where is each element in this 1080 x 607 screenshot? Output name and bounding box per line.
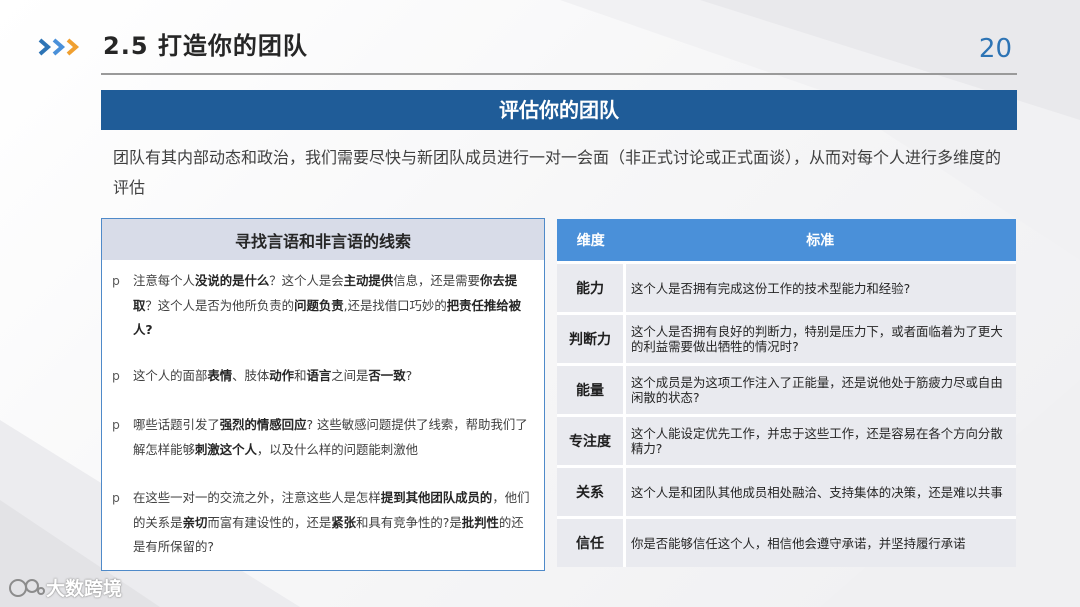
standard-cell: 你是否能够信任这个人，相信他会遵守承诺，并坚持履行承诺 <box>624 516 1016 567</box>
clue-item: p 这个人的面部表情、肢体动作和语言之间是否一致? <box>112 364 532 389</box>
dimension-cell: 信任 <box>557 516 626 567</box>
clues-panel: 寻找言语和非言语的线索 p 注意每个人没说的是什么？这个人是会主动提供信息，还是… <box>101 218 545 571</box>
clue-text: 哪些话题引发了强烈的情感回应? 这些敏感问题提供了线索，帮助我们了解怎样能够刺激… <box>133 417 528 457</box>
standard-cell: 这个人是否拥有良好的判断力，特别是压力下，或者面临着为了更大的利益需要做出牺牲的… <box>624 312 1016 365</box>
page-number: 20 <box>978 34 1012 64</box>
table-row: 能力 这个人是否拥有完成这份工作的技术型能力和经验? <box>557 261 1016 314</box>
clues-panel-heading: 寻找言语和非言语的线索 <box>102 219 544 260</box>
triple-chevron-right-icon <box>38 38 80 56</box>
brand-logo-text: 大数跨境 <box>46 578 123 600</box>
clue-text: 在这些一对一的交流之外，注意这些人是怎样提到其他团队成员的，他们的关系是亲切而富… <box>133 490 530 554</box>
brand-logo-icon <box>9 579 45 597</box>
dimension-cell: 能量 <box>557 363 626 416</box>
clue-item: p 注意每个人没说的是什么？这个人是会主动提供信息，还是需要你去提取？这个人是否… <box>112 269 532 343</box>
table-row: 专注度 这个人能设定优先工作，并忠于这些工作，还是容易在各个方向分散精力? <box>557 414 1016 467</box>
clue-item: p 哪些话题引发了强烈的情感回应? 这些敏感问题提供了线索，帮助我们了解怎样能够… <box>112 413 532 462</box>
clue-text: 注意每个人没说的是什么？这个人是会主动提供信息，还是需要你去提取？这个人是否为他… <box>133 273 522 337</box>
table-row: 判断力 这个人是否拥有良好的判断力，特别是压力下，或者面临着为了更大的利益需要做… <box>557 312 1016 365</box>
dimension-cell: 关系 <box>557 465 626 518</box>
bullet-marker: p <box>112 417 120 432</box>
dimension-cell: 判断力 <box>557 312 626 365</box>
standard-cell: 这个人能设定优先工作，并忠于这些工作，还是容易在各个方向分散精力? <box>624 414 1016 467</box>
header-divider <box>101 73 1017 75</box>
intro-text: 团队有其内部动态和政治，我们需要尽快与新团队成员进行一对一会面（非正式讨论或正式… <box>113 148 1002 197</box>
table-row: 信任 你是否能够信任这个人，相信他会遵守承诺，并坚持履行承诺 <box>557 516 1016 567</box>
criteria-table: 维度 标准 能力 这个人是否拥有完成这份工作的技术型能力和经验? 判断力 这个人… <box>557 219 1016 567</box>
slide: 2.5 打造你的团队 20 评估你的团队 团队有其内部动态和政治，我们需要尽快与… <box>0 0 1080 607</box>
dimension-cell: 能力 <box>557 261 626 314</box>
bullet-marker: p <box>112 273 120 288</box>
standard-cell: 这个人是和团队其他成员相处融洽、支持集体的决策，还是难以共事 <box>624 465 1016 518</box>
column-header-dimension: 维度 <box>557 219 625 263</box>
table-row: 能量 这个成员是为这项工作注入了正能量，还是说他处于筋疲力尽或自由闲散的状态? <box>557 363 1016 416</box>
column-header-standard: 标准 <box>624 219 1016 263</box>
table-row: 关系 这个人是和团队其他成员相处融洽、支持集体的决策，还是难以共事 <box>557 465 1016 518</box>
section-title: 评估你的团队 <box>101 90 1017 130</box>
bullet-marker: p <box>112 490 120 505</box>
clue-item: p 在这些一对一的交流之外，注意这些人是怎样提到其他团队成员的，他们的关系是亲切… <box>112 486 532 560</box>
standard-cell: 这个成员是为这项工作注入了正能量，还是说他处于筋疲力尽或自由闲散的状态? <box>624 363 1016 416</box>
clue-text: 这个人的面部表情、肢体动作和语言之间是否一致? <box>133 368 413 383</box>
page-title: 2.5 打造你的团队 <box>103 32 308 60</box>
dimension-cell: 专注度 <box>557 414 626 467</box>
standard-cell: 这个人是否拥有完成这份工作的技术型能力和经验? <box>624 261 1016 314</box>
brand-logo: 大数跨境 <box>8 574 122 601</box>
bullet-marker: p <box>112 368 120 383</box>
table-header-row: 维度 标准 <box>557 219 1016 263</box>
